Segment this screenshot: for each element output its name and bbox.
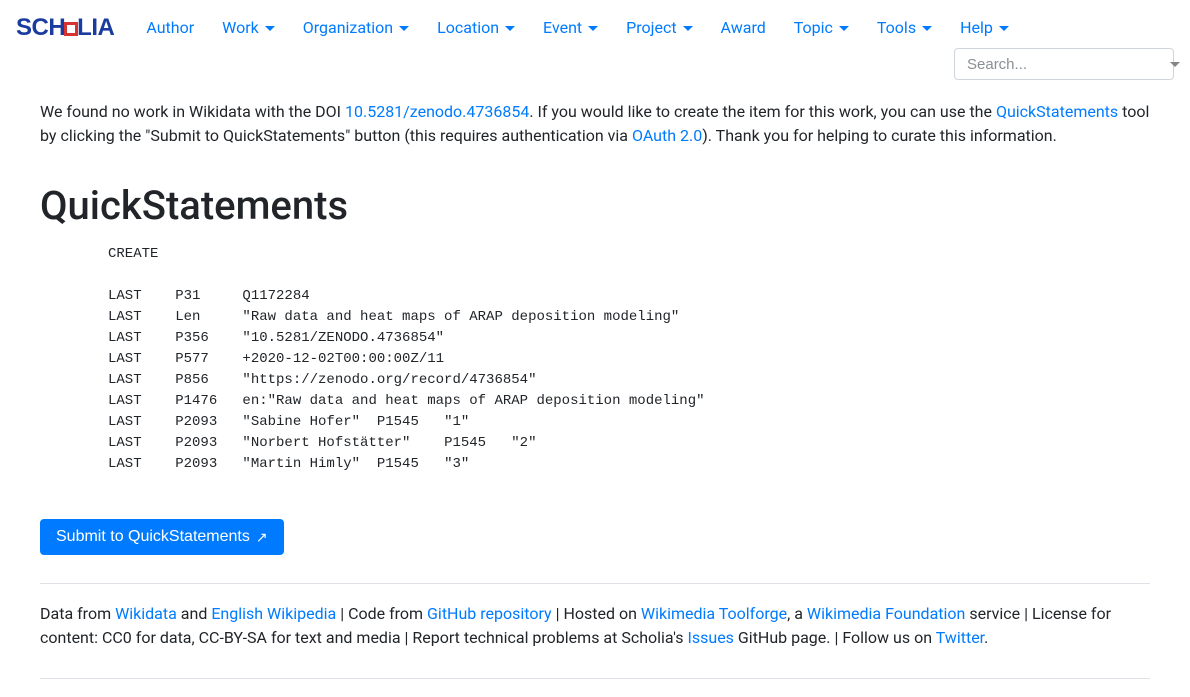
chevron-down-icon bbox=[683, 26, 693, 31]
nav-item-help[interactable]: Help bbox=[948, 8, 1021, 48]
chevron-down-icon bbox=[265, 26, 275, 31]
oauth-link[interactable]: OAuth 2.0 bbox=[632, 126, 702, 145]
twitter-link[interactable]: Twitter bbox=[936, 628, 984, 647]
chevron-down-icon bbox=[399, 26, 409, 31]
intro-text: . If you would like to create the item f… bbox=[529, 102, 996, 121]
quickstatements-code: CREATE LAST P31 Q1172284 LAST Len "Raw d… bbox=[108, 244, 1150, 475]
nav-item-label: Author bbox=[146, 16, 194, 40]
chevron-down-icon bbox=[839, 26, 849, 31]
search-wrapper[interactable] bbox=[954, 48, 1174, 80]
nav-item-label: Help bbox=[960, 16, 993, 40]
nav-item-label: Award bbox=[721, 16, 766, 40]
nav-item-label: Organization bbox=[303, 16, 393, 40]
submit-button-label: Submit to QuickStatements bbox=[56, 528, 250, 546]
nav-item-work[interactable]: Work bbox=[210, 8, 287, 48]
nav-item-label: Tools bbox=[877, 16, 916, 40]
nav-item-label: Work bbox=[222, 16, 259, 40]
nav-item-tools[interactable]: Tools bbox=[865, 8, 944, 48]
navbar: SCHLIA Author Work Organization Location Eve… bbox=[0, 0, 1190, 88]
chevron-down-icon bbox=[588, 26, 598, 31]
nav-item-label: Project bbox=[626, 16, 676, 40]
footer-text: . bbox=[984, 628, 988, 647]
nav-item-organization[interactable]: Organization bbox=[291, 8, 421, 48]
divider bbox=[40, 583, 1150, 584]
nav-item-label: Event bbox=[543, 16, 582, 40]
chevron-down-icon bbox=[505, 26, 515, 31]
doi-link[interactable]: 10.5281/zenodo.4736854 bbox=[345, 102, 529, 121]
chevron-down-icon bbox=[922, 26, 932, 31]
nav-item-award[interactable]: Award bbox=[709, 8, 778, 48]
footer: Data from Wikidata and English Wikipedia… bbox=[40, 602, 1150, 650]
nav-links: Author Work Organization Location Event Proje… bbox=[134, 8, 1174, 48]
issues-link[interactable]: Issues bbox=[688, 628, 734, 647]
chevron-down-icon[interactable] bbox=[1170, 62, 1180, 67]
divider bbox=[40, 678, 1150, 679]
nav-item-event[interactable]: Event bbox=[531, 8, 610, 48]
intro-paragraph: We found no work in Wikidata with the DO… bbox=[40, 100, 1150, 148]
page-heading: QuickStatements bbox=[40, 176, 1150, 236]
nav-item-label: Topic bbox=[794, 16, 833, 40]
chevron-down-icon bbox=[999, 26, 1009, 31]
quickstatements-link[interactable]: QuickStatements bbox=[996, 102, 1118, 121]
nav-item-project[interactable]: Project bbox=[614, 8, 704, 48]
intro-text: ). Thank you for helping to curate this … bbox=[702, 126, 1057, 145]
nav-item-label: Location bbox=[437, 16, 499, 40]
brand-logo[interactable]: SCHLIA bbox=[16, 10, 114, 46]
search-input[interactable] bbox=[965, 55, 1168, 74]
external-link-icon: ↗ bbox=[256, 529, 268, 546]
nav-item-location[interactable]: Location bbox=[425, 8, 527, 48]
intro-text: We found no work in Wikidata with the DO… bbox=[40, 102, 345, 121]
submit-button[interactable]: Submit to QuickStatements ↗ bbox=[40, 519, 284, 555]
footer-text: GitHub page. | Follow us on bbox=[734, 628, 936, 647]
nav-item-topic[interactable]: Topic bbox=[782, 8, 861, 48]
nav-item-author[interactable]: Author bbox=[134, 8, 206, 48]
